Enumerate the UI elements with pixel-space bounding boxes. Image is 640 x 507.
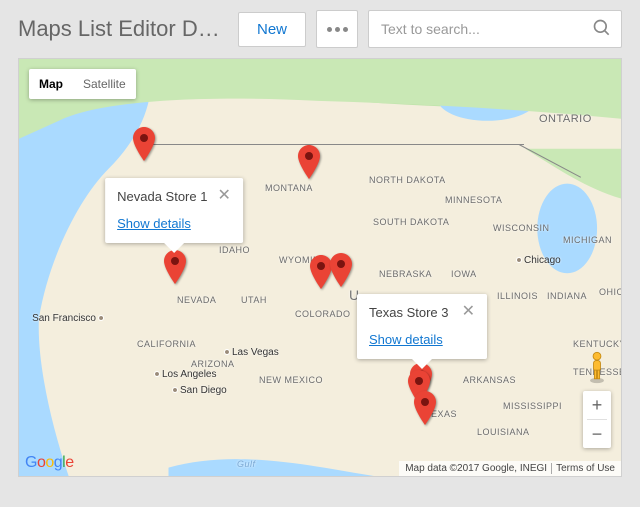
label-illinois: ILLINOIS bbox=[497, 291, 538, 301]
google-logo: Google bbox=[25, 454, 74, 472]
show-details-link[interactable]: Show details bbox=[117, 216, 191, 231]
label-wisconsin: WISCONSIN bbox=[493, 223, 550, 233]
label-newmexico: NEW MEXICO bbox=[259, 375, 323, 385]
streetview-pegman[interactable] bbox=[584, 351, 610, 384]
map-canvas[interactable]: ONTARIO MONTANA NORTH DAKOTA MINNESOTA S… bbox=[18, 58, 622, 477]
zoom-out-button[interactable]: − bbox=[583, 420, 611, 448]
show-details-link[interactable]: Show details bbox=[369, 332, 443, 347]
label-montana: MONTANA bbox=[265, 183, 313, 193]
close-icon[interactable]: ✕ bbox=[462, 304, 475, 320]
city-sf: San Francisco bbox=[32, 313, 103, 324]
infowindow-title: Texas Store 3 bbox=[369, 305, 449, 320]
app-header: Maps List Editor D… New bbox=[0, 0, 640, 58]
search-input[interactable] bbox=[368, 10, 622, 48]
search-icon[interactable] bbox=[592, 18, 612, 38]
border-line bbox=[144, 144, 524, 145]
search-wrap bbox=[368, 10, 622, 48]
pin-nevada[interactable] bbox=[164, 250, 186, 284]
label-gulf: Gulf bbox=[237, 459, 256, 469]
pin-washington[interactable] bbox=[133, 127, 155, 161]
map-type-control: Map Satellite bbox=[29, 69, 136, 99]
map-attribution: Map data ©2017 Google, INEGI Terms of Us… bbox=[399, 461, 621, 476]
map-type-map-button[interactable]: Map bbox=[29, 69, 73, 99]
label-nebraska: NEBRASKA bbox=[379, 269, 432, 279]
label-idaho: IDAHO bbox=[219, 245, 250, 255]
zoom-control: + − bbox=[583, 391, 611, 448]
label-kentucky: KENTUCKY bbox=[573, 339, 622, 349]
label-ndakota: NORTH DAKOTA bbox=[369, 175, 446, 185]
label-iowa: IOWA bbox=[451, 269, 477, 279]
label-california: CALIFORNIA bbox=[137, 339, 196, 349]
label-michigan: MICHIGAN bbox=[563, 235, 612, 245]
pin-montana[interactable] bbox=[298, 145, 320, 179]
terms-link[interactable]: Terms of Use bbox=[556, 463, 615, 474]
city-vegas: Las Vegas bbox=[225, 347, 279, 358]
label-colorado: COLORADO bbox=[295, 309, 351, 319]
label-ontario: ONTARIO bbox=[539, 113, 592, 125]
label-arkansas: ARKANSAS bbox=[463, 375, 516, 385]
map-data-text: Map data ©2017 Google, INEGI bbox=[405, 463, 547, 474]
city-chicago: Chicago bbox=[517, 255, 561, 266]
label-indiana: INDIANA bbox=[547, 291, 587, 301]
close-icon[interactable]: ✕ bbox=[217, 188, 230, 204]
infowindow-texas: Texas Store 3 ✕ Show details bbox=[357, 294, 487, 359]
label-sdakota: SOUTH DAKOTA bbox=[373, 217, 449, 227]
label-utah: UTAH bbox=[241, 295, 267, 305]
pin-colorado-b[interactable] bbox=[330, 253, 352, 287]
label-mississippi: MISSISSIPPI bbox=[503, 401, 562, 411]
more-actions-button[interactable] bbox=[316, 10, 358, 48]
label-ohio: OHIO bbox=[599, 287, 622, 297]
infowindow-nevada: Nevada Store 1 ✕ Show details bbox=[105, 178, 243, 243]
map-type-satellite-button[interactable]: Satellite bbox=[73, 69, 136, 99]
label-arizona: ARIZONA bbox=[191, 359, 235, 369]
label-louisiana: LOUISIANA bbox=[477, 427, 530, 437]
city-sd: San Diego bbox=[173, 385, 227, 396]
zoom-in-button[interactable]: + bbox=[583, 391, 611, 419]
city-la: Los Angeles bbox=[155, 369, 217, 380]
label-minnesota: MINNESOTA bbox=[445, 195, 502, 205]
label-nevada: NEVADA bbox=[177, 295, 216, 305]
new-button[interactable]: New bbox=[238, 12, 306, 47]
infowindow-title: Nevada Store 1 bbox=[117, 189, 207, 204]
page-title: Maps List Editor D… bbox=[18, 16, 228, 42]
pin-texas-c[interactable] bbox=[414, 391, 436, 425]
pin-colorado-a[interactable] bbox=[310, 255, 332, 289]
